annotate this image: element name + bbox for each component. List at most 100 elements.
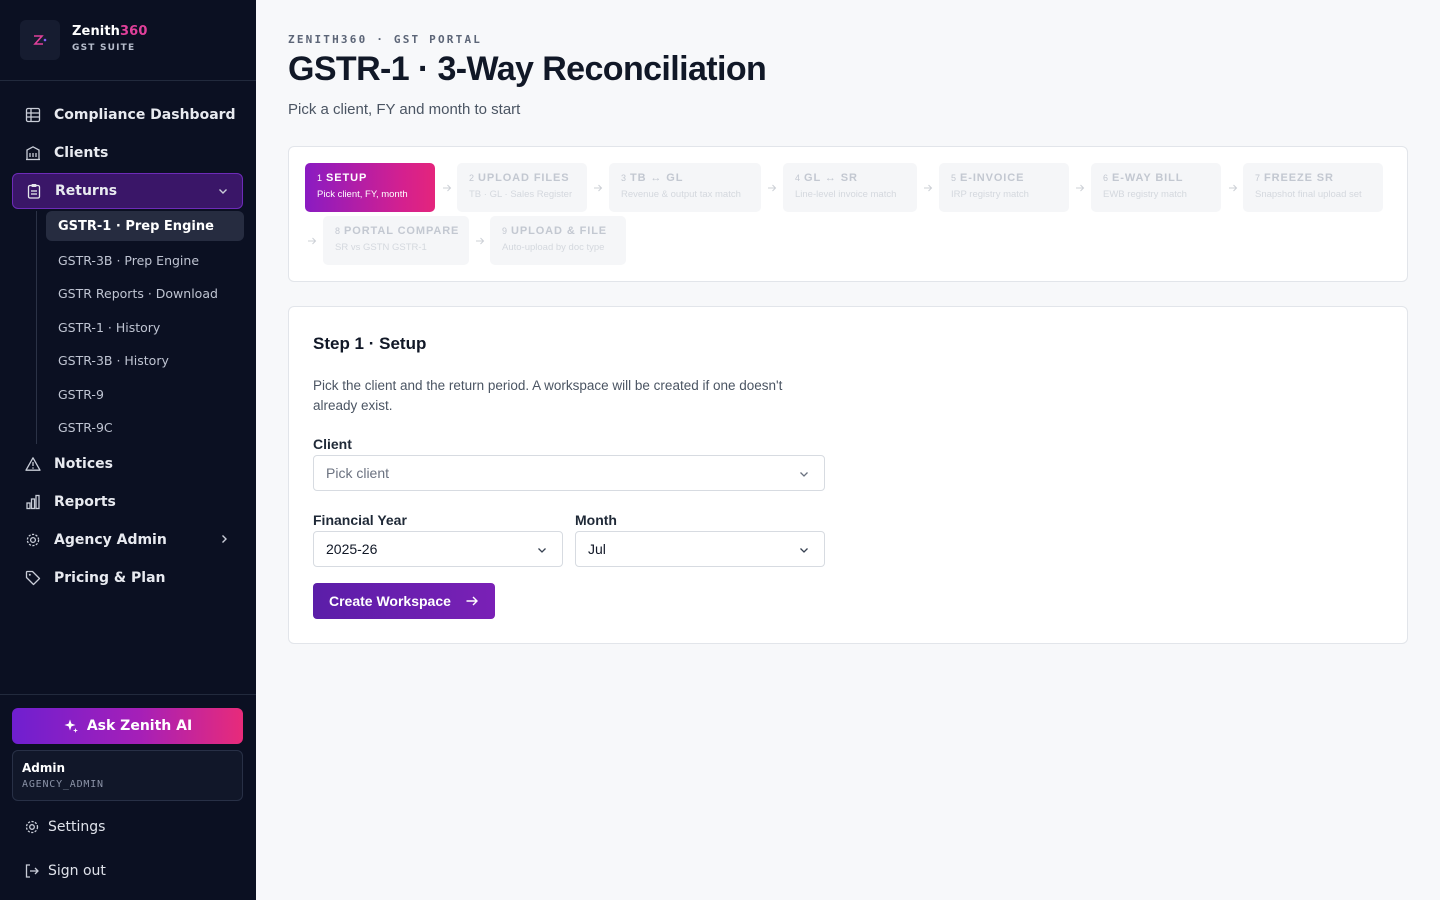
step-freeze-sr[interactable]: 7 FREEZE SR Snapshot final upload set [1243, 163, 1383, 212]
step-number: 3 [621, 173, 627, 183]
sidebar-item-label: Clients [54, 145, 109, 161]
gear-icon [24, 819, 40, 835]
submenu-item-gstr1-prep[interactable]: GSTR-1 · Prep Engine [46, 211, 244, 241]
setup-title: Step 1 · Setup [313, 334, 427, 353]
user-card[interactable]: Admin AGENCY_ADMIN [12, 750, 243, 801]
step-e-way-bill[interactable]: 6 E-WAY BILL EWB registry match [1091, 163, 1221, 212]
sidebar-item-clients[interactable]: Clients [12, 135, 243, 171]
gear-icon [24, 531, 42, 549]
arrow-right-icon [768, 184, 777, 192]
step-title: UPLOAD & FILE [511, 225, 608, 237]
arrow-right-icon [1229, 184, 1238, 192]
sign-out-link[interactable]: Sign out [24, 859, 106, 883]
step-upload-file[interactable]: 9 UPLOAD & FILE Auto-upload by doc type [490, 216, 626, 265]
brand-logo[interactable] [20, 20, 60, 60]
returns-submenu: GSTR-1 · Prep Engine GSTR-3B · Prep Engi… [36, 211, 244, 444]
submenu-item-gstr1-history[interactable]: GSTR-1 · History [46, 312, 244, 342]
client-select-value: Pick client [326, 465, 390, 481]
step-description: Snapshot final upload set [1255, 189, 1362, 200]
submenu-item-gstr3b-prep[interactable]: GSTR-3B · Prep Engine [46, 245, 244, 275]
chevron-down-icon [800, 472, 808, 477]
brand-subtitle: GST SUITE [72, 43, 136, 53]
chevron-down-icon [800, 548, 808, 553]
step-title: GL ↔ SR [804, 172, 858, 184]
settings-link[interactable]: Settings [24, 815, 105, 839]
step-description: Pick client, FY, month [317, 189, 408, 200]
step-title: E-INVOICE [960, 172, 1025, 184]
arrow-right-icon [594, 184, 603, 192]
fy-label: Financial Year [313, 512, 407, 528]
sidebar-item-label: Notices [54, 456, 113, 472]
step-description: IRP registry match [951, 189, 1029, 200]
fy-select-value: 2025-26 [326, 541, 378, 557]
arrow-right-icon [924, 184, 933, 192]
tag-icon [24, 569, 42, 587]
sidebar-footer: Ask Zenith AI Admin AGENCY_ADMIN Setting… [0, 694, 256, 900]
sidebar-item-label: Pricing & Plan [54, 570, 166, 586]
submenu-item-gstr9c[interactable]: GSTR-9C [46, 412, 244, 442]
step-number: 8 [335, 226, 341, 236]
grid-icon [24, 106, 42, 124]
create-workspace-button[interactable]: Create Workspace [313, 583, 495, 619]
month-select[interactable]: Jul [575, 531, 825, 567]
sidebar-item-pricing[interactable]: Pricing & Plan [12, 560, 243, 596]
sidebar-item-notices[interactable]: Notices [12, 446, 243, 482]
clipboard-icon [25, 182, 43, 200]
sidebar-item-compliance-dashboard[interactable]: Compliance Dashboard [12, 97, 243, 133]
step-description: TB · GL · Sales Register [469, 189, 573, 200]
sidebar-item-reports[interactable]: Reports [12, 484, 243, 520]
step-number: 1 [317, 173, 323, 183]
page-title: GSTR-1 · 3-Way Reconciliation [288, 50, 767, 88]
step-description: Auto-upload by doc type [502, 242, 605, 253]
step-number: 7 [1255, 173, 1261, 183]
brand-name-text: Zenith [72, 24, 121, 39]
step-title: FREEZE SR [1264, 172, 1334, 184]
month-label: Month [575, 512, 617, 528]
step-title: PORTAL COMPARE [344, 225, 460, 237]
brand-name: Zenith360 [72, 24, 147, 39]
building-icon [24, 144, 42, 162]
sidebar-item-agency-admin[interactable]: Agency Admin [12, 522, 243, 558]
setup-description: Pick the client and the return period. A… [313, 378, 783, 413]
step-number: 4 [795, 173, 801, 183]
logo-mark-icon [33, 35, 47, 45]
step-e-invoice[interactable]: 5 E-INVOICE IRP registry match [939, 163, 1069, 212]
ask-ai-button[interactable]: Ask Zenith AI [12, 708, 243, 744]
warning-icon [24, 455, 42, 473]
submenu-item-gstr9[interactable]: GSTR-9 [46, 379, 244, 409]
step-portal-compare[interactable]: 8 PORTAL COMPARE SR vs GSTN GSTR-1 [323, 216, 469, 265]
sign-out-icon [24, 863, 40, 879]
step-description: EWB registry match [1103, 189, 1187, 200]
client-select[interactable]: Pick client [313, 455, 825, 491]
sidebar-item-label: Reports [54, 494, 116, 510]
arrow-right-icon [1076, 184, 1085, 192]
client-label: Client [313, 436, 352, 452]
bar-chart-icon [24, 493, 42, 511]
chevron-down-icon[interactable] [216, 184, 230, 198]
sidebar: Zenith360 GST SUITE Compliance Dashboard… [0, 0, 256, 900]
submenu-item-gstr3b-history[interactable]: GSTR-3B · History [46, 345, 244, 375]
step-gl-sr[interactable]: 4 GL ↔ SR Line-level invoice match [783, 163, 917, 212]
step-setup[interactable]: 1 SETUP Pick client, FY, month [305, 163, 435, 212]
arrow-right-icon [476, 237, 485, 245]
step-description: Line-level invoice match [795, 189, 897, 200]
step-title: TB ↔ GL [630, 172, 684, 184]
sparkle-icon [63, 718, 79, 734]
arrow-right-icon [466, 596, 478, 606]
settings-label: Settings [48, 819, 106, 835]
workflow-stepper: 1 SETUP Pick client, FY, month 2 UPLOAD FI… [288, 146, 1408, 282]
sidebar-item-returns[interactable]: Returns [12, 173, 243, 209]
step-description: Revenue & output tax match [621, 189, 741, 200]
submenu-item-gstr-reports[interactable]: GSTR Reports · Download [46, 278, 244, 308]
step-number: 2 [469, 173, 475, 183]
brand-name-accent: 360 [120, 24, 148, 39]
sidebar-item-label: Compliance Dashboard [54, 107, 236, 123]
step-upload-files[interactable]: 2 UPLOAD FILES TB · GL · Sales Register [457, 163, 587, 212]
financial-year-select[interactable]: 2025-26 [313, 531, 563, 567]
chevron-right-icon[interactable] [217, 532, 231, 546]
step-number: 9 [502, 226, 508, 236]
setup-card: Step 1 · Setup Pick the client and the r… [288, 306, 1408, 644]
step-tb-gl[interactable]: 3 TB ↔ GL Revenue & output tax match [609, 163, 761, 212]
create-workspace-label: Create Workspace [329, 593, 451, 609]
brand-header: Zenith360 GST SUITE [0, 0, 256, 81]
